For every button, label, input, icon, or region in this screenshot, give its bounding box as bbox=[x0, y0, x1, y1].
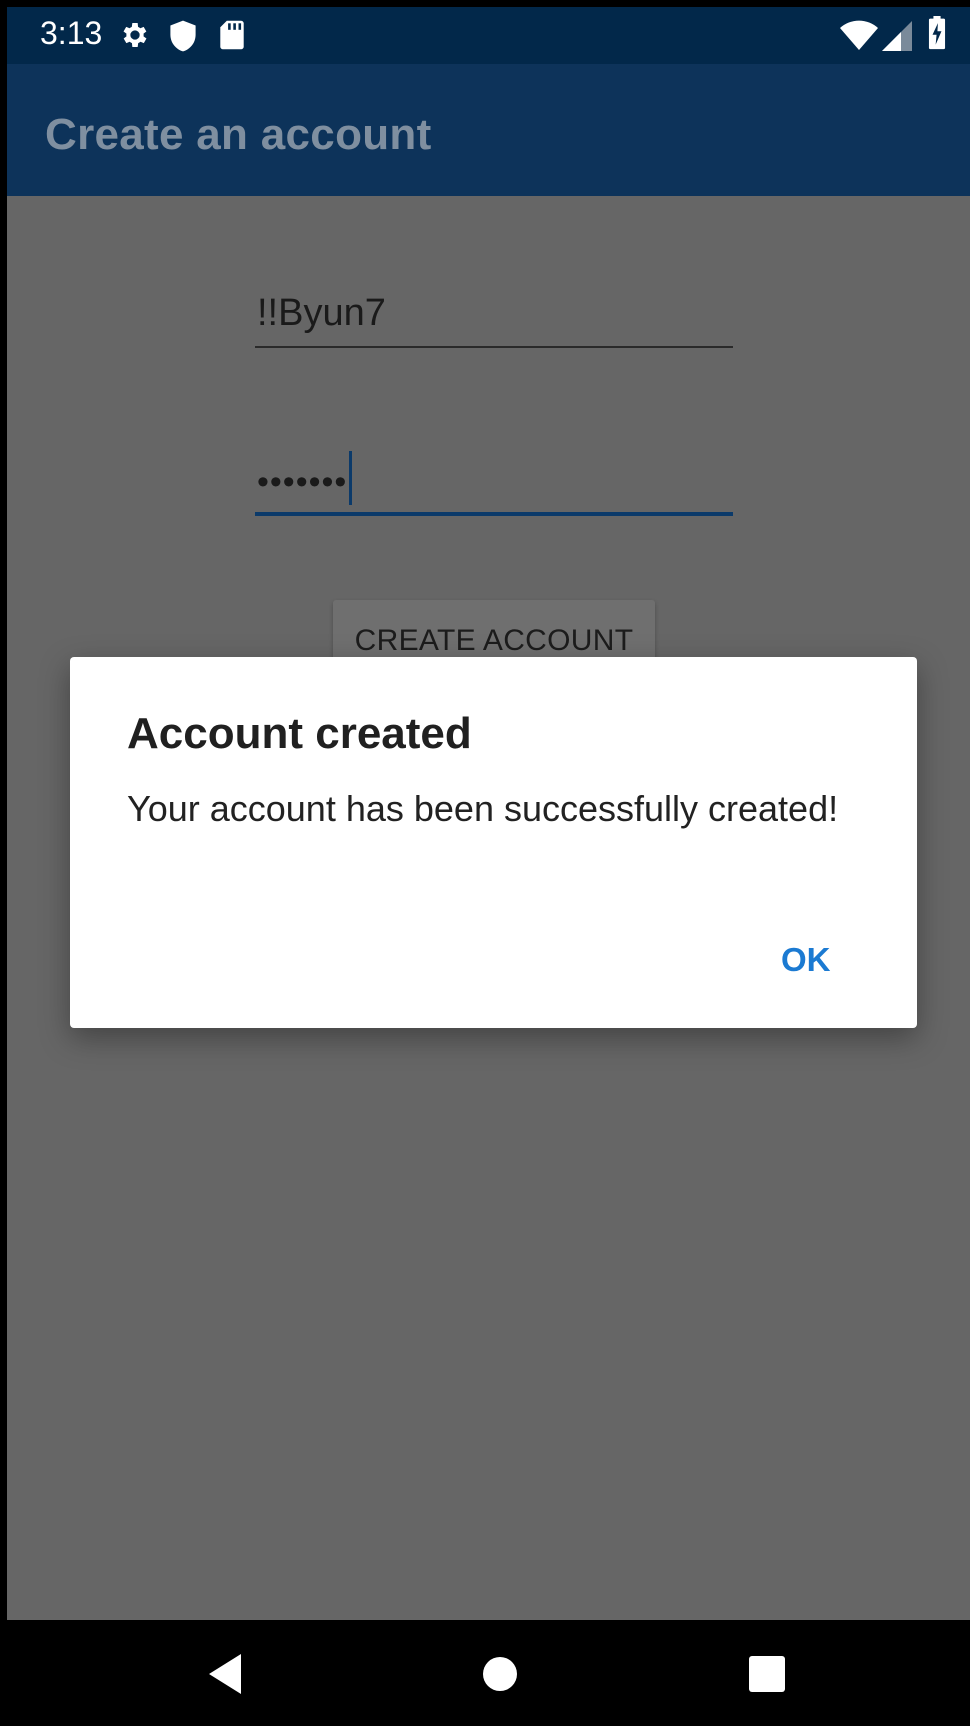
recents-icon[interactable] bbox=[743, 1650, 791, 1698]
home-icon[interactable] bbox=[476, 1650, 524, 1698]
text-cursor bbox=[349, 451, 353, 505]
password-value: ••••••• bbox=[257, 451, 353, 511]
gear-icon bbox=[123, 23, 147, 47]
username-underline bbox=[255, 346, 733, 348]
app-bar: Create an account bbox=[7, 64, 970, 196]
battery-charging-icon bbox=[928, 16, 946, 50]
username-field[interactable]: !!Byun7 bbox=[255, 282, 733, 352]
device-screen: 3:13 Create an account !!Byun7 ••••••• C… bbox=[7, 7, 970, 1726]
back-icon[interactable] bbox=[203, 1650, 251, 1698]
username-value: !!Byun7 bbox=[257, 292, 386, 334]
password-underline bbox=[255, 512, 733, 516]
app-title: Create an account bbox=[45, 110, 432, 159]
navigation-bar bbox=[7, 1620, 970, 1726]
shield-icon bbox=[170, 20, 196, 52]
password-field[interactable]: ••••••• bbox=[255, 437, 733, 517]
password-masked-text: ••••••• bbox=[257, 462, 348, 501]
dialog-message: Your account has been successfully creat… bbox=[127, 788, 839, 829]
status-time: 3:13 bbox=[40, 15, 103, 51]
wifi-icon bbox=[840, 20, 878, 50]
cell-signal-icon bbox=[882, 21, 912, 51]
dialog-ok-button[interactable]: OK bbox=[775, 937, 837, 983]
status-bar: 3:13 bbox=[7, 7, 970, 64]
dialog-title: Account created bbox=[127, 709, 472, 758]
account-created-dialog: Account created Your account has been su… bbox=[70, 657, 917, 1028]
sd-card-icon bbox=[220, 20, 244, 50]
